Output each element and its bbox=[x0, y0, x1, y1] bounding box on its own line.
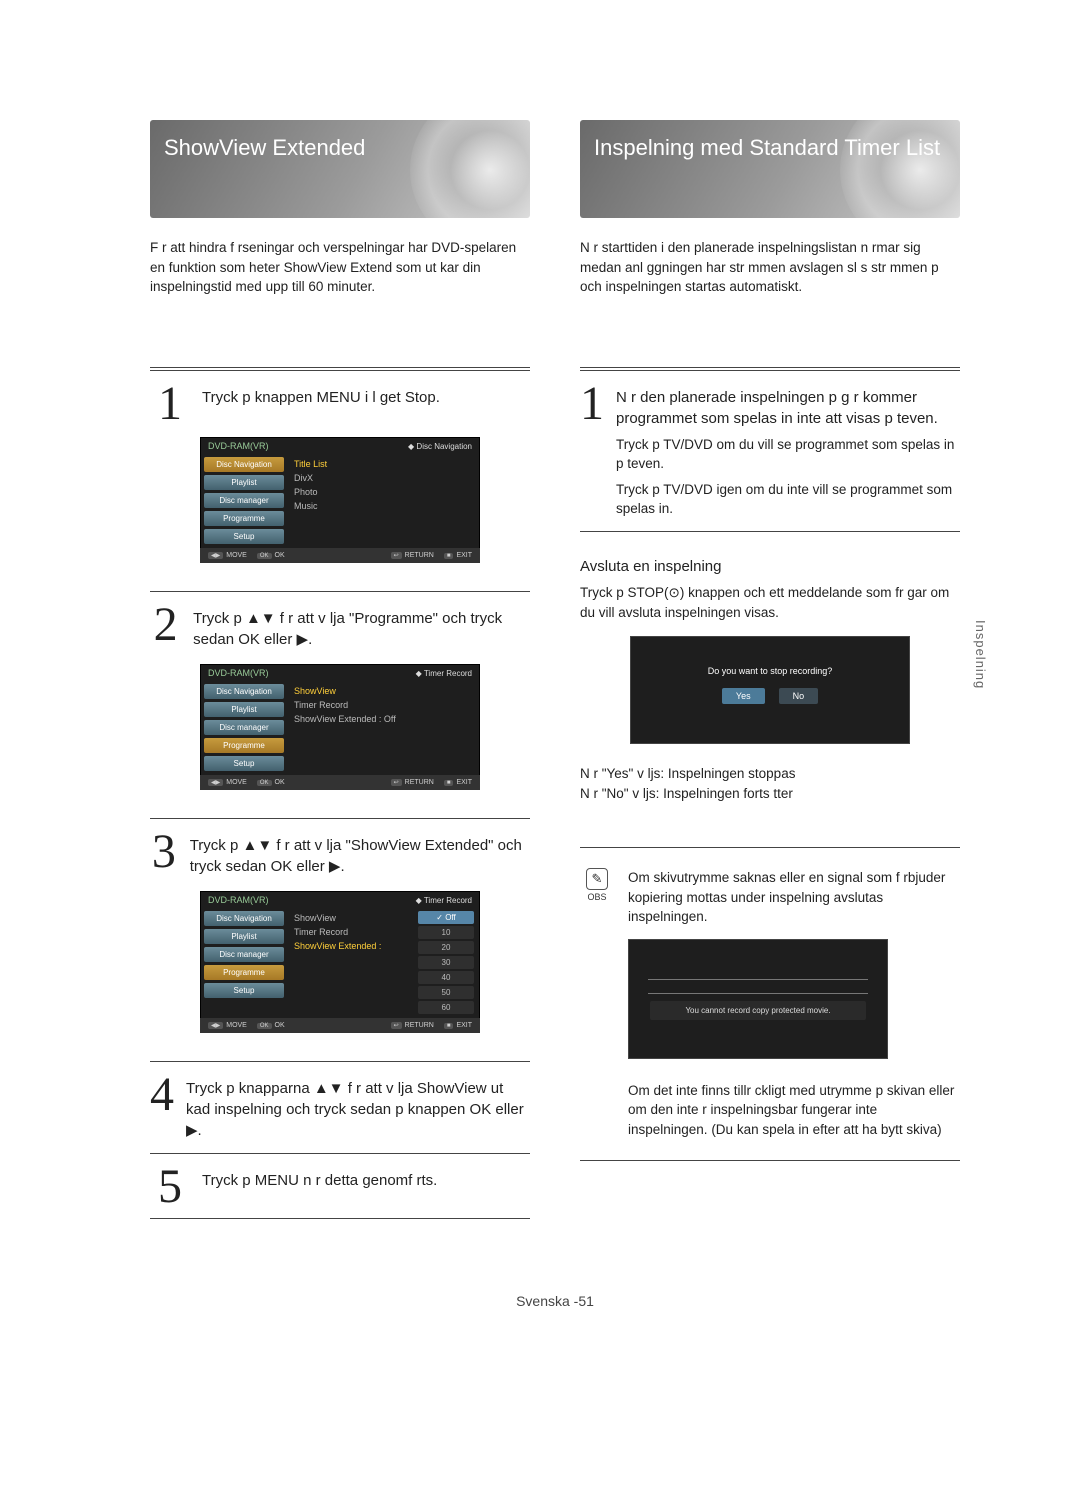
step-1: 1 Tryck p knappen MENU i l get Stop. bbox=[150, 385, 530, 423]
step-text: Tryck p knappen MENU i l get Stop. bbox=[202, 385, 440, 408]
disc-graphic-icon bbox=[410, 120, 530, 218]
stop-recording-dialog: Do you want to stop recording? Yes No bbox=[630, 636, 910, 744]
copy-protect-screenshot: You cannot record copy protected movie. bbox=[628, 939, 888, 1059]
left-column: ShowView Extended F r att hindra f rseni… bbox=[150, 120, 530, 1233]
yes-line: N r "Yes" v ljs: Inspelningen stoppas bbox=[580, 764, 960, 784]
osd-screenshot-3: DVD-RAM(VR)◆ Timer Record Disc Navigatio… bbox=[200, 891, 480, 1033]
section-header-left: ShowView Extended bbox=[150, 120, 530, 218]
intro-right: N r starttiden i den planerade inspelnin… bbox=[580, 238, 960, 297]
step-2: 2 Tryck p ▲▼ f r att v lja "Programme" o… bbox=[150, 606, 530, 650]
dialog-no-button: No bbox=[779, 688, 819, 704]
osd-screenshot-2: DVD-RAM(VR)◆ Timer Record Disc Navigatio… bbox=[200, 664, 480, 790]
step-4: 4 Tryck p knapparna ▲▼ f r att v lja Sho… bbox=[150, 1076, 530, 1141]
right-column: Inspelning med Standard Timer List N r s… bbox=[580, 120, 960, 1233]
step-5: 5 Tryck p MENU n r detta genomf rts. bbox=[150, 1168, 530, 1206]
step-3: 3 Tryck p ▲▼ f r att v lja "ShowView Ext… bbox=[150, 833, 530, 877]
end-recording-heading: Avsluta en inspelning bbox=[580, 558, 960, 575]
intro-left: F r att hindra f rseningar och verspelni… bbox=[150, 238, 530, 297]
obs-icon: ✎ OBS bbox=[580, 868, 614, 902]
end-recording-body: Tryck p STOP(⊙) knappen och ett meddelan… bbox=[580, 583, 960, 622]
obs-p2: Om det inte finns tillr ckligt med utrym… bbox=[628, 1081, 960, 1140]
dialog-yes-button: Yes bbox=[722, 688, 765, 704]
note-icon: ✎ bbox=[586, 868, 608, 890]
section-header-right: Inspelning med Standard Timer List bbox=[580, 120, 960, 218]
section-tab: Inspelning bbox=[973, 620, 988, 689]
right-step-1: 1 N r den planerade inspelningen p g r k… bbox=[580, 385, 960, 519]
obs-p1: Om skivutrymme saknas eller en signal so… bbox=[628, 868, 960, 927]
osd-screenshot-1: DVD-RAM(VR)◆ Disc Navigation Disc Naviga… bbox=[200, 437, 480, 563]
dialog-message: Do you want to stop recording? bbox=[650, 666, 890, 676]
obs-block: ✎ OBS Om skivutrymme saknas eller en sig… bbox=[580, 868, 960, 1139]
page-footer: Svenska -51 bbox=[150, 1293, 960, 1309]
disc-graphic-icon bbox=[840, 120, 960, 218]
no-line: N r "No" v ljs: Inspelningen forts tter bbox=[580, 784, 960, 804]
copy-protect-msg: You cannot record copy protected movie. bbox=[650, 1001, 866, 1020]
section-title-left: ShowView Extended bbox=[164, 134, 365, 162]
step-num: 1 bbox=[150, 385, 190, 423]
